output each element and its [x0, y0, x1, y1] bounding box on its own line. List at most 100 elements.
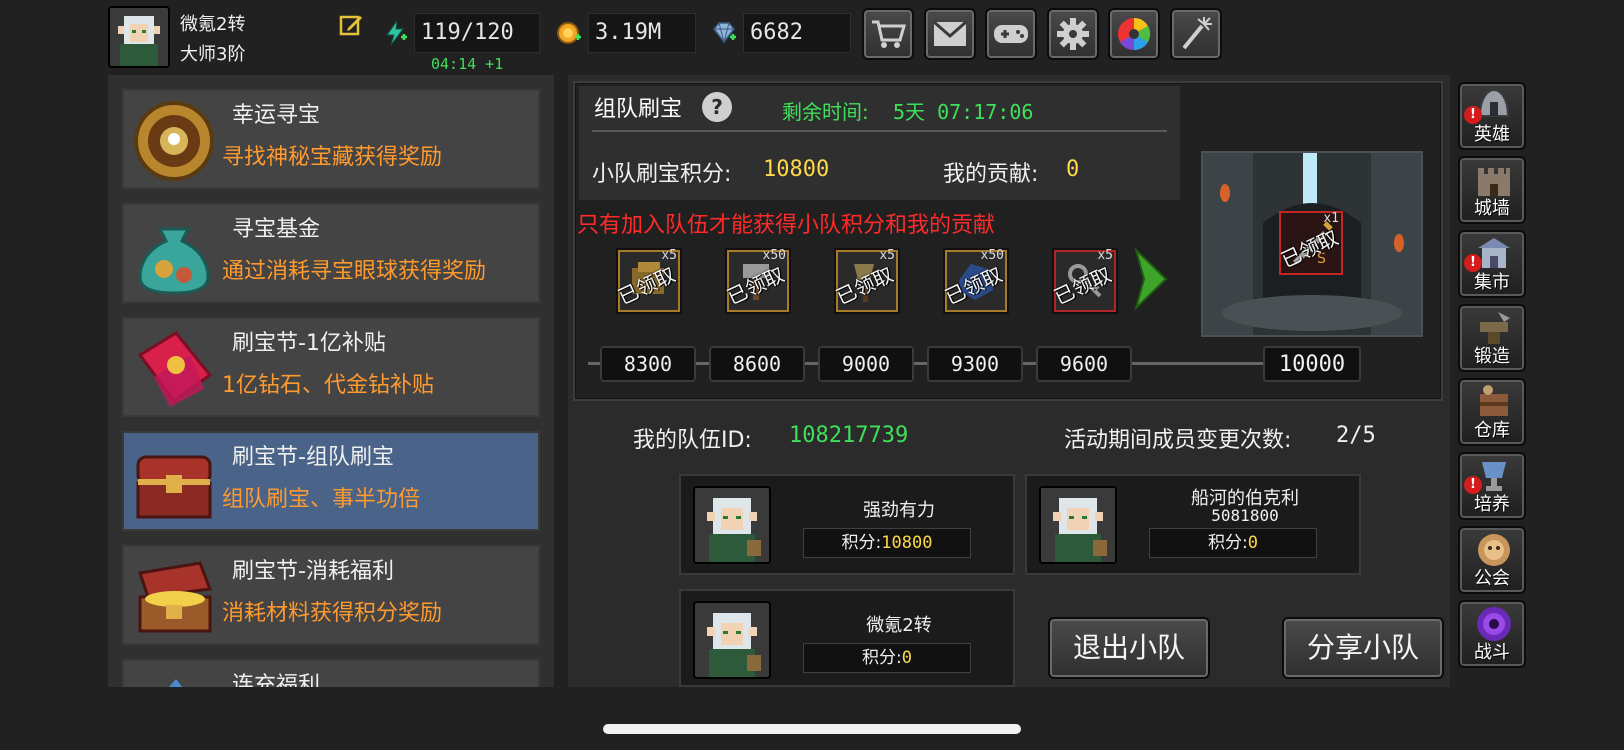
team-member-card[interactable]: 微氪2转 积分:0 — [679, 589, 1015, 687]
event-title: 刷宝节-消耗福利 — [232, 559, 394, 584]
money-bag-icon — [130, 211, 218, 299]
color-wheel-icon — [1118, 17, 1151, 51]
reward-slot[interactable]: x5 已领取 — [614, 248, 682, 314]
remaining-time-label: 剩余时间: — [782, 100, 869, 124]
nav-market[interactable]: ! 集市 — [1458, 230, 1526, 298]
svg-text:?: ? — [711, 95, 723, 119]
member-name: 微氪2转 — [866, 615, 932, 636]
divider — [592, 130, 1167, 132]
milestone-10000: 10000 — [1263, 346, 1361, 382]
nav-label: 公会 — [1474, 568, 1510, 589]
shop-cart-icon — [872, 20, 906, 48]
treasure-chest-icon — [130, 439, 218, 527]
reward-slot[interactable]: x5 已领取 — [832, 248, 900, 314]
nav-storage[interactable]: 仓库 — [1458, 378, 1526, 446]
member-avatar — [693, 486, 771, 564]
event-title: 连充福利 — [232, 673, 321, 687]
recharge-icon — [130, 667, 218, 687]
event-desc: 消耗材料获得积分奖励 — [222, 601, 443, 626]
team-member-card[interactable]: 强劲有力 积分:10800 — [679, 474, 1015, 575]
event-desc: 1亿钻石、代金钻补贴 — [222, 373, 434, 398]
section-title: 组队刷宝 — [594, 97, 683, 122]
gold-value: 3.19M — [588, 13, 696, 53]
event-item-team-hunt[interactable]: 刷宝节-组队刷宝 组队刷宝、事半功倍 — [122, 431, 540, 531]
member-id: 5081800 — [1211, 506, 1279, 525]
elf-portrait-icon — [110, 8, 168, 66]
elf-portrait-icon — [1041, 488, 1115, 562]
event-list[interactable]: 幸运寻宝 寻找神秘宝藏获得奖励 寻宝基金 通过消耗寻宝眼球获得奖励 刷宝节-1亿… — [108, 75, 554, 687]
fireworks-button[interactable] — [1170, 8, 1222, 60]
stamina-lightning-icon — [382, 20, 408, 46]
reward-slot[interactable]: x5 已领取 — [1050, 248, 1118, 314]
gamepad-icon — [994, 25, 1028, 43]
elf-portrait-icon — [695, 603, 769, 677]
team-member-card[interactable]: 船河的伯克利 5081800 积分:0 — [1025, 474, 1361, 575]
fireworks-icon — [1182, 17, 1212, 50]
team-score-value: 10800 — [763, 157, 830, 182]
share-team-button[interactable]: 分享小队 — [1282, 617, 1444, 679]
event-item-subsidy[interactable]: 刷宝节-1亿补贴 1亿钻石、代金钻补贴 — [122, 317, 540, 417]
progress-track — [914, 362, 928, 365]
event-item-recharge[interactable]: 连充福利 — [122, 659, 540, 687]
gamepad-button[interactable] — [985, 8, 1037, 60]
member-changes-label: 活动期间成员变更次数: — [1064, 428, 1292, 453]
home-indicator[interactable] — [603, 724, 1021, 734]
next-arrow-icon[interactable] — [1132, 246, 1170, 312]
help-icon[interactable]: ? — [701, 91, 733, 123]
member-score-label: 积分: — [841, 533, 882, 553]
nav-forge[interactable]: 锻造 — [1458, 304, 1526, 372]
nav-guild[interactable]: 公会 — [1458, 526, 1526, 594]
team-score-label: 小队刷宝积分: — [592, 162, 732, 187]
nav-label: 战斗 — [1474, 642, 1510, 663]
mail-button[interactable] — [924, 8, 976, 60]
nav-cultivate[interactable]: ! 培养 — [1458, 452, 1526, 520]
event-desc: 寻找神秘宝藏获得奖励 — [222, 145, 443, 170]
gold-coin-icon — [556, 20, 582, 46]
remaining-time-value: 5天 07:17:06 — [893, 100, 1034, 124]
nav-label: 英雄 — [1474, 124, 1510, 145]
event-item-treasure-fund[interactable]: 寻宝基金 通过消耗寻宝眼球获得奖励 — [122, 203, 540, 303]
nav-heroes[interactable]: ! 英雄 — [1458, 82, 1526, 150]
nav-label: 仓库 — [1474, 420, 1510, 441]
open-chest-icon — [130, 553, 218, 641]
player-rank: 大师3阶 — [180, 44, 246, 65]
milestone-9600: 9600 — [1036, 346, 1132, 382]
nav-wall[interactable]: 城墙 — [1458, 156, 1526, 224]
final-reward-slot[interactable]: S x1 已领取 — [1277, 211, 1343, 275]
reward-slot[interactable]: x50 已领取 — [941, 248, 1009, 314]
red-envelope-icon — [130, 325, 218, 413]
reward-slot[interactable]: x50 已领取 — [723, 248, 791, 314]
member-score-label: 积分: — [862, 648, 902, 668]
leave-team-button[interactable]: 退出小队 — [1048, 617, 1210, 679]
member-score-value: 10800 — [881, 533, 933, 553]
treasure-compass-icon — [130, 97, 218, 185]
gear-icon — [1057, 18, 1089, 50]
stamina-value: 119/120 — [414, 13, 540, 53]
progress-track — [1132, 362, 1264, 365]
progress-track — [805, 362, 819, 365]
nav-label: 集市 — [1474, 272, 1510, 293]
event-item-lucky-treasure[interactable]: 幸运寻宝 寻找神秘宝藏获得奖励 — [122, 89, 540, 189]
my-contribution-value: 0 — [1066, 157, 1080, 182]
progress-track — [1023, 362, 1037, 365]
member-score: 积分:0 — [1149, 528, 1317, 558]
milestone-8600: 8600 — [709, 346, 805, 382]
stamina-timer: 04:14 +1 — [431, 55, 504, 73]
player-avatar[interactable] — [108, 6, 170, 68]
my-contribution-label: 我的贡献: — [943, 162, 1039, 187]
member-name: 强劲有力 — [863, 500, 935, 521]
nav-label: 锻造 — [1474, 346, 1510, 367]
event-title: 寻宝基金 — [232, 217, 321, 242]
color-wheel-button[interactable] — [1108, 8, 1160, 60]
team-id-label: 我的队伍ID: — [633, 428, 752, 453]
diamond-value: 6682 — [743, 13, 851, 53]
player-name: 微氪2转 — [180, 14, 246, 35]
event-title: 幸运寻宝 — [232, 103, 321, 128]
member-score-label: 积分: — [1208, 533, 1248, 553]
member-avatar — [693, 601, 771, 679]
settings-button[interactable] — [1047, 8, 1099, 60]
nav-battle[interactable]: 战斗 — [1458, 600, 1526, 668]
shop-button[interactable] — [862, 8, 914, 60]
event-item-spend-bonus[interactable]: 刷宝节-消耗福利 消耗材料获得积分奖励 — [122, 545, 540, 645]
edit-icon[interactable] — [338, 12, 364, 38]
